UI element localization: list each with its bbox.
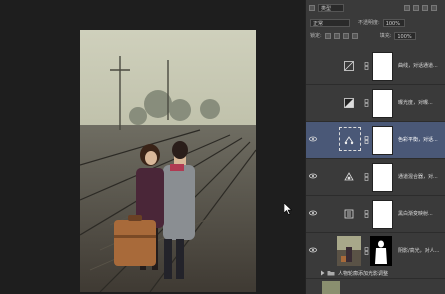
layer-row[interactable]: 通道混合器，对... <box>306 159 445 196</box>
silhouette-mask-thumbnail[interactable] <box>370 236 392 266</box>
lock-all-icon[interactable] <box>351 32 358 39</box>
eye-visibility-icon[interactable] <box>309 209 317 217</box>
gradient-map-icon <box>344 209 354 219</box>
layer-row[interactable]: 阴影/高光，对人... <box>306 233 445 270</box>
chain-link-icon <box>364 247 369 255</box>
layer-mask-thumbnail[interactable] <box>372 200 393 229</box>
layer-row-selected[interactable]: 色彩平衡，对话... <box>306 122 445 159</box>
photo-couple-on-railway <box>80 30 256 292</box>
lock-position-icon[interactable] <box>333 32 340 39</box>
mouse-cursor-icon <box>283 202 293 215</box>
chain-link-icon <box>364 173 369 181</box>
eye-visibility-icon[interactable] <box>309 246 317 254</box>
layer-name: 通道混合器，对... <box>398 174 438 180</box>
channel-mixer-icon <box>344 172 354 181</box>
layer-name: 曝光度，对曝... <box>398 100 433 106</box>
blend-row: 正常 不透明度: 100% <box>306 17 445 28</box>
filter-type-icon[interactable] <box>422 4 428 11</box>
chain-link-icon <box>364 99 369 107</box>
lock-row: 锁定: 填充: 100% <box>306 30 445 41</box>
folder-icon <box>327 271 335 276</box>
fill-label: 填充: <box>379 33 392 39</box>
fill-field[interactable]: 100% <box>394 31 417 40</box>
filter-toggle-icon[interactable] <box>431 4 437 11</box>
lock-pixels-icon[interactable] <box>324 32 331 39</box>
layer-mask-thumbnail[interactable] <box>372 52 393 81</box>
photo-thumb[interactable] <box>337 236 361 266</box>
layer-row[interactable]: 黑白渐变映射... <box>306 196 445 233</box>
chain-link-icon <box>364 62 369 70</box>
layer-name: 黑白渐变映射... <box>398 211 433 217</box>
layer-row[interactable]: 曝光度，对曝... <box>306 85 445 122</box>
layers-panel: 类型 正常 不透明度: 100% 锁定: 填充: 100% 曲线，对话通道...… <box>305 0 445 294</box>
filter-adjust-icon[interactable] <box>413 4 419 11</box>
opacity-label: 不透明度: <box>358 20 380 26</box>
layer-name: 曲线，对话通道... <box>398 63 438 69</box>
canvas-area[interactable] <box>0 0 305 294</box>
lock-label: 锁定: <box>310 33 322 39</box>
chain-link-icon <box>364 136 369 144</box>
color-balance-icon <box>344 136 354 145</box>
layer-mask-thumbnail[interactable] <box>372 126 393 155</box>
chain-link-icon <box>364 210 369 218</box>
blend-mode-dropdown[interactable]: 正常 <box>310 18 350 27</box>
filter-pixel-icon[interactable] <box>404 4 410 11</box>
filter-row: 类型 <box>306 2 445 13</box>
layer-mask-thumbnail[interactable] <box>372 89 393 118</box>
filter-kind-dropdown[interactable]: 类型 <box>318 3 344 12</box>
group-name: 人物轮廓添加光影调整 <box>338 271 389 277</box>
curves-icon <box>344 61 354 71</box>
eye-visibility-icon[interactable] <box>309 172 317 180</box>
opacity-field[interactable]: 100% <box>382 18 405 27</box>
lock-artboard-icon[interactable] <box>342 32 349 39</box>
search-icon[interactable] <box>309 4 315 11</box>
layer-group-row[interactable]: 人物轮廓添加光影调整 <box>306 268 445 279</box>
eye-visibility-icon[interactable] <box>309 135 317 143</box>
layer-name: 色彩平衡，对话... <box>398 137 438 143</box>
layer-row[interactable]: 曲线，对话通道... <box>306 48 445 85</box>
layer-mask-thumbnail[interactable] <box>372 163 393 192</box>
expand-arrow-icon[interactable] <box>320 270 325 276</box>
layer-name: 阴影/高光，对人... <box>398 248 440 254</box>
exposure-icon <box>344 98 354 108</box>
layer-thumbnail[interactable] <box>322 281 340 294</box>
